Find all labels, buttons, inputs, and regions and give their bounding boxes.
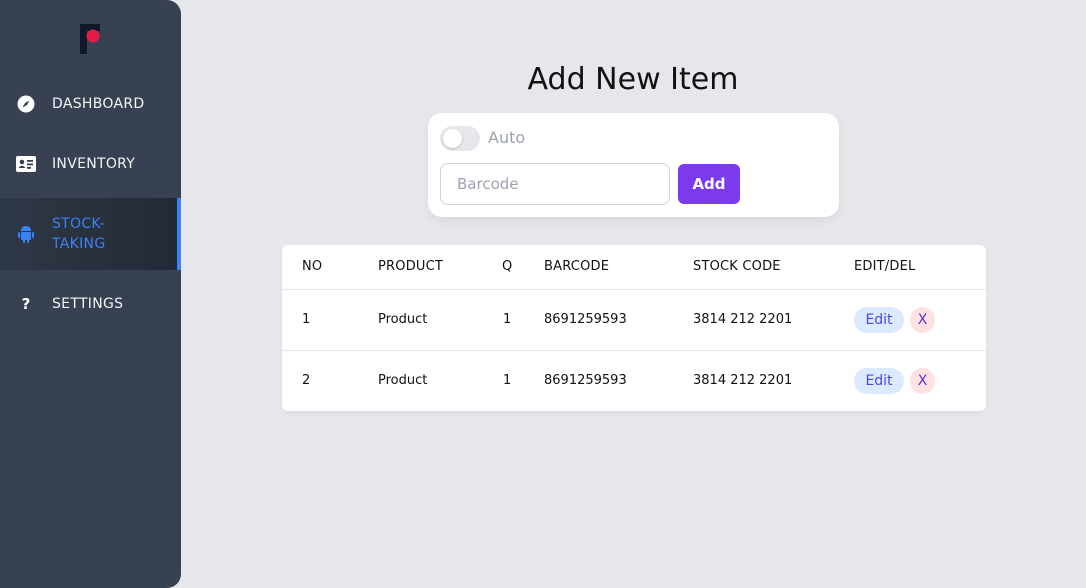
cell-quantity: 1 <box>503 312 512 327</box>
sidebar: DASHBOARD INVENTORY STOCK-TAKING ? SETTI… <box>0 0 181 588</box>
delete-button[interactable]: X <box>910 307 935 333</box>
cell-product: Product <box>378 373 428 388</box>
cell-quantity: 1 <box>503 373 512 388</box>
column-header-product: PRODUCT <box>378 259 444 274</box>
auto-toggle-label: Auto <box>488 128 526 147</box>
edit-button[interactable]: Edit <box>854 307 904 333</box>
brand-logo[interactable] <box>80 24 102 54</box>
column-header-q: Q <box>502 259 513 274</box>
barcode-input[interactable] <box>440 163 670 205</box>
column-header-barcode: BARCODE <box>544 259 610 274</box>
cell-barcode: 8691259593 <box>544 312 627 327</box>
question-icon: ? <box>21 295 31 313</box>
sidebar-item-inventory[interactable]: INVENTORY <box>0 128 181 200</box>
sidebar-item-label: STOCK-TAKING <box>52 216 106 252</box>
column-header-stock-code: STOCK CODE <box>693 259 781 274</box>
compass-icon <box>16 94 36 114</box>
column-header-no: NO <box>302 259 323 274</box>
cell-no: 2 <box>302 373 311 388</box>
auto-toggle[interactable] <box>440 126 480 151</box>
divider <box>282 289 986 290</box>
delete-button[interactable]: X <box>910 368 935 394</box>
page-title: Add New Item <box>527 62 739 97</box>
cell-product: Product <box>378 312 428 327</box>
add-button[interactable]: Add <box>678 164 740 204</box>
toggle-knob <box>443 129 462 148</box>
android-icon <box>16 224 36 244</box>
cell-stock-code: 3814 212 2201 <box>693 373 793 388</box>
cell-stock-code: 3814 212 2201 <box>693 312 793 327</box>
sidebar-item-label: DASHBOARD <box>52 96 145 112</box>
sidebar-item-label: SETTINGS <box>52 296 124 312</box>
column-header-edit-del: EDIT/DEL <box>854 259 916 274</box>
sidebar-item-settings[interactable]: ? SETTINGS <box>0 268 181 340</box>
cell-barcode: 8691259593 <box>544 373 627 388</box>
id-card-icon <box>16 154 36 174</box>
sidebar-item-label: INVENTORY <box>52 156 136 172</box>
edit-button[interactable]: Edit <box>854 368 904 394</box>
sidebar-item-stock-taking[interactable]: STOCK-TAKING <box>0 198 181 270</box>
add-item-form: Auto Add <box>428 113 839 217</box>
items-table: NO PRODUCT Q BARCODE STOCK CODE EDIT/DEL… <box>282 245 986 411</box>
divider <box>282 350 986 351</box>
cell-no: 1 <box>302 312 311 327</box>
